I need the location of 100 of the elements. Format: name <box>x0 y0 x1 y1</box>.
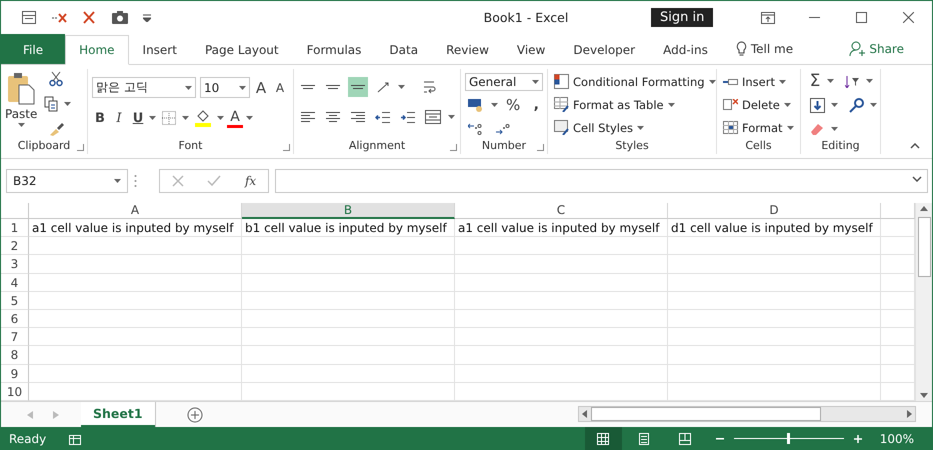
column-header[interactable]: B <box>242 203 455 219</box>
eraser-icon <box>810 124 824 134</box>
row-header[interactable]: 1 <box>1 219 29 238</box>
dialog-launcher-icon[interactable] <box>537 144 544 151</box>
money-icon <box>467 98 483 112</box>
autosum-button[interactable]: Σ <box>807 71 823 91</box>
caret-icon <box>786 126 794 130</box>
fill-color-button[interactable] <box>192 108 214 128</box>
font-name-field[interactable]: 맑은 고딕 <box>92 77 196 98</box>
page-break-icon <box>678 432 692 446</box>
font-size: 10 <box>204 80 220 94</box>
scroll-down-icon[interactable] <box>920 393 928 398</box>
group-label: Styles <box>615 139 649 154</box>
search-icon <box>848 98 864 112</box>
close-icon <box>903 12 914 23</box>
paintbrush-icon <box>48 122 64 136</box>
styles-menu-button[interactable]: Cell Styles <box>554 117 716 138</box>
dialog-launcher-icon[interactable] <box>77 144 84 151</box>
new-sheet-icon[interactable] <box>186 406 203 422</box>
underline-button[interactable]: U <box>130 108 146 128</box>
bottom-align-button[interactable] <box>348 77 368 97</box>
cells-menu-button[interactable]: Delete <box>723 94 794 115</box>
column-header[interactable]: D <box>668 203 881 219</box>
styles-menu-button[interactable]: Conditional Formatting <box>554 71 716 92</box>
sheet-tab[interactable]: Sheet1 <box>81 402 155 427</box>
table-cell: b1 cell value is inputed by myself <box>242 219 455 238</box>
share-button[interactable]: Share <box>843 34 910 64</box>
dialog-launcher-icon[interactable] <box>450 144 457 151</box>
font-color-button[interactable]: A <box>227 108 243 128</box>
delete-icon[interactable] <box>51 12 67 22</box>
vertical-scrollbar[interactable] <box>915 203 932 401</box>
row-header[interactable]: 2 <box>1 237 29 256</box>
page-icon <box>637 432 652 446</box>
view-button[interactable] <box>584 427 622 450</box>
expand-formula-button[interactable] <box>912 176 922 182</box>
borders-icon <box>162 111 176 125</box>
file-tab[interactable]: File <box>1 34 66 64</box>
scroll-up-icon[interactable] <box>920 206 928 211</box>
zoom-in-icon[interactable] <box>854 434 862 442</box>
row-header[interactable]: 6 <box>1 310 29 328</box>
paste-button[interactable]: Paste <box>5 69 38 139</box>
scissors-icon <box>49 71 64 87</box>
percent-button[interactable]: % <box>504 95 522 115</box>
row-header[interactable]: 3 <box>1 255 29 274</box>
column-header[interactable]: A <box>29 203 242 219</box>
minimize-icon <box>809 17 820 18</box>
row-header[interactable]: 7 <box>1 328 29 346</box>
ribbon-display-icon <box>760 12 774 24</box>
dialog-launcher-icon[interactable] <box>283 144 290 151</box>
comma-button[interactable]: , <box>528 95 544 115</box>
scroll-left-icon[interactable] <box>582 410 587 418</box>
customize-caret-icon[interactable] <box>143 14 151 22</box>
caret-icon <box>114 179 121 183</box>
name-box[interactable]: B32 <box>6 169 128 193</box>
insert-function-button[interactable]: fx <box>244 174 256 188</box>
row-header[interactable]: 4 <box>1 274 29 292</box>
caret-icon <box>784 102 791 106</box>
grow-font-button[interactable]: A <box>253 78 269 98</box>
align-right-icon <box>350 112 366 122</box>
borders-button[interactable] <box>159 108 179 128</box>
font-name: 맑은 고딕 <box>96 79 148 96</box>
merge-center-button[interactable] <box>423 107 443 127</box>
center-icon <box>326 112 340 122</box>
caret-icon <box>637 126 644 130</box>
delete-icon[interactable] <box>81 11 97 24</box>
fill-button[interactable] <box>807 95 827 115</box>
group-label: Font <box>178 139 202 154</box>
zoom-level: 100% <box>880 432 914 446</box>
table-cell: a1 cell value is inputed by myself <box>29 219 242 238</box>
column-header[interactable]: C <box>455 203 668 219</box>
caret-icon <box>217 116 224 120</box>
formula-field[interactable] <box>275 169 928 193</box>
cells-menu-button[interactable]: Format <box>723 117 794 138</box>
group-label: Number <box>482 139 526 154</box>
tell-me-button[interactable]: Tell me <box>730 34 800 64</box>
zoom-thumb[interactable] <box>787 433 790 444</box>
clipboard-icon <box>6 71 36 105</box>
italic-button[interactable]: I <box>111 108 127 128</box>
cells-menu-button[interactable]: Insert <box>723 71 794 92</box>
row-header[interactable]: 5 <box>1 292 29 310</box>
sign-in-button[interactable]: Sign in <box>651 8 714 27</box>
shrink-font-button[interactable]: A <box>272 78 288 98</box>
number-format-field[interactable]: General <box>465 73 543 91</box>
font-size-field[interactable]: 10 <box>200 77 250 98</box>
form-icon[interactable] <box>21 11 37 24</box>
enter-icon <box>207 175 222 187</box>
caret-icon <box>532 80 539 84</box>
row-header[interactable]: 9 <box>1 364 29 383</box>
increase-decimal-icon <box>496 123 510 135</box>
camera-icon[interactable] <box>111 11 129 24</box>
window-title: Book1 - Excel <box>482 10 570 25</box>
scroll-thumb[interactable] <box>918 217 930 277</box>
scroll-right-icon[interactable] <box>907 410 912 418</box>
horizontal-scrollbar[interactable] <box>578 406 916 422</box>
bold-button[interactable]: B <box>92 108 108 128</box>
styles-menu-button[interactable]: Format as Table <box>554 94 716 115</box>
ribbon-tab[interactable]: Home <box>65 35 129 65</box>
scroll-thumb[interactable] <box>591 407 821 421</box>
row-header[interactable]: 8 <box>1 346 29 364</box>
down-arrow-box-icon <box>810 98 824 112</box>
